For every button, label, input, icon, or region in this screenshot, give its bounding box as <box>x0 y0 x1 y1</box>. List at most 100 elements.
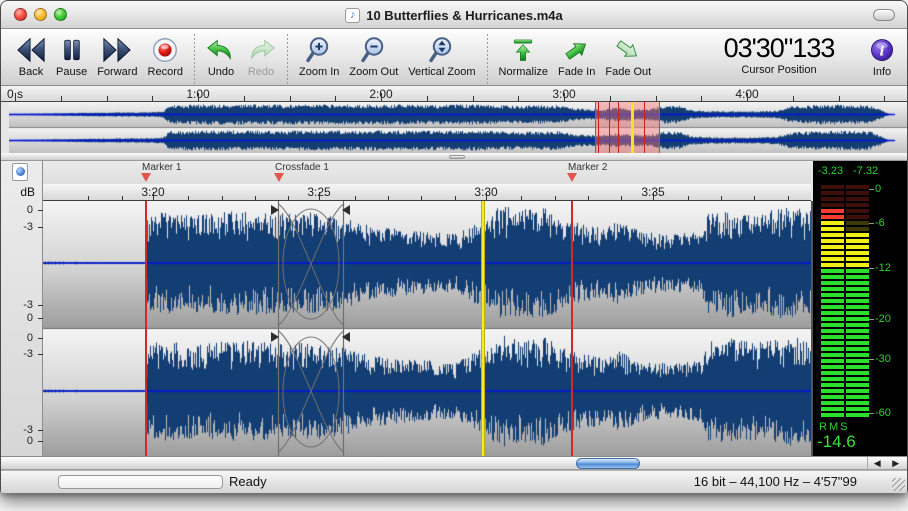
meter-segment-icon <box>821 323 844 327</box>
meter-segment-icon <box>846 281 869 285</box>
pause-button[interactable]: Pause <box>51 33 92 83</box>
db-scale-number: 0 <box>3 332 33 344</box>
crossfade-left-handle-icon <box>271 332 279 342</box>
horizontal-scrollbar[interactable]: ◀ ▶ <box>1 456 907 470</box>
main-waveform[interactable] <box>43 201 813 456</box>
meter-segment-icon <box>821 329 844 333</box>
meter-segment-icon <box>846 335 869 339</box>
zoom-out-icon <box>360 34 388 65</box>
meter-segment-icon <box>846 383 869 387</box>
meter-segment-icon <box>821 341 844 345</box>
playback-cursor-line[interactable] <box>481 201 485 456</box>
normalize-icon <box>509 34 537 65</box>
meter-segment-icon <box>846 221 869 225</box>
audio-track-icon[interactable] <box>12 163 28 181</box>
ruler-tick <box>122 196 123 200</box>
marker1-line[interactable] <box>145 201 147 456</box>
ruler-tick <box>222 196 223 200</box>
ruler-tick <box>884 96 885 101</box>
meter-segment-icon <box>846 329 869 333</box>
zoom-out-button[interactable]: Zoom Out <box>344 33 403 83</box>
normalize-button[interactable]: Normalize <box>494 33 554 83</box>
meter-segment-icon <box>846 371 869 375</box>
ruler-tick <box>319 192 320 200</box>
info-button[interactable]: i Info <box>863 33 901 83</box>
zoom-in-button[interactable]: Zoom In <box>294 33 344 83</box>
db-scale-label: dB <box>1 185 35 199</box>
fade-in-button[interactable]: Fade In <box>553 33 600 83</box>
meter-segment-icon <box>846 185 869 189</box>
marker-flag-icon[interactable] <box>274 173 284 182</box>
overview-waveform[interactable] <box>9 102 907 153</box>
vertical-zoom-button[interactable]: Vertical Zoom <box>403 33 480 83</box>
back-button[interactable]: Back <box>11 33 51 83</box>
ruler-tick <box>653 192 654 200</box>
meter-segment-icon <box>821 239 844 243</box>
ruler-tick <box>421 196 422 200</box>
main-time-ruler[interactable]: 3:203:253:303:35 <box>43 184 811 201</box>
overview-selection-region[interactable] <box>595 102 660 153</box>
ruler-tick <box>788 196 789 200</box>
meter-segment-icon <box>846 191 869 195</box>
marker2-line[interactable] <box>571 201 573 456</box>
fade-out-button[interactable]: Fade Out <box>600 33 656 83</box>
window-title: 10 Butterflies & Hurricanes.m4a <box>366 8 563 23</box>
ruler-tick <box>610 96 611 101</box>
ruler-tick <box>701 96 702 101</box>
splitter-handle-icon[interactable] <box>449 155 465 159</box>
meter-segment-icon <box>821 389 844 393</box>
peak-value-left: -3.23 <box>818 165 843 177</box>
toolbar-toggle-pill[interactable] <box>873 9 895 21</box>
desktop: ♪ 10 Butterflies & Hurricanes.m4a Back P… <box>0 0 908 511</box>
meter-segment-icon <box>846 365 869 369</box>
meter-segment-icon <box>846 203 869 207</box>
level-meter-panel: -3.23 -7.32 RMS -14.6 0-6-12-20-30-60 <box>813 161 907 456</box>
meter-segment-icon <box>846 317 869 321</box>
record-icon <box>150 34 180 65</box>
overview-time-ruler[interactable]: 0 s1:002:003:004:00 <box>1 86 907 102</box>
scrollbar-thumb[interactable] <box>576 458 640 469</box>
undo-button[interactable]: Undo <box>201 33 241 83</box>
pane-splitter[interactable] <box>1 153 907 161</box>
meter-segment-icon <box>821 347 844 351</box>
forward-button[interactable]: Forward <box>92 33 142 83</box>
meter-segment-icon <box>846 389 869 393</box>
meter-segment-icon <box>821 263 844 267</box>
title-bar[interactable]: ♪ 10 Butterflies & Hurricanes.m4a <box>1 1 907 29</box>
redo-button[interactable]: Redo <box>241 33 281 83</box>
marker-flag-icon[interactable] <box>141 173 151 182</box>
meter-segment-icon <box>821 377 844 381</box>
pause-icon <box>59 34 85 65</box>
db-scale-number: -3 <box>3 221 33 233</box>
scroll-right-arrow-icon[interactable]: ▶ <box>892 458 899 469</box>
toolbar-separator <box>287 34 288 84</box>
ruler-tick <box>290 96 291 101</box>
marker-flag-icon[interactable] <box>567 173 577 182</box>
ruler-tick <box>388 196 389 200</box>
ruler-tick <box>355 196 356 200</box>
fade-in-icon <box>562 34 592 65</box>
meter-segment-icon <box>821 269 844 273</box>
overview-marker-line <box>644 102 645 153</box>
resize-grip[interactable] <box>892 478 905 491</box>
record-button[interactable]: Record <box>143 33 188 83</box>
meter-segment-icon <box>821 353 844 357</box>
meter-segment-icon <box>846 257 869 261</box>
ruler-tick <box>688 196 689 200</box>
meter-segment-icon <box>821 407 844 411</box>
scroll-left-arrow-icon[interactable]: ◀ <box>874 458 881 469</box>
meter-scale-tick-icon <box>869 189 874 190</box>
document-proxy-icon[interactable]: ♪ <box>345 8 360 23</box>
overview-marker-line <box>609 102 610 153</box>
ruler-tick <box>107 96 108 101</box>
marker-bar[interactable]: Marker 1Crossfade 1Marker 2 <box>43 161 811 184</box>
ruler-tick <box>555 196 556 200</box>
meter-segment-icon <box>821 413 844 417</box>
meter-segment-icon <box>846 401 869 405</box>
ruler-tick <box>288 196 289 200</box>
crossfade-widget <box>271 201 350 456</box>
meter-segment-icon <box>821 305 844 309</box>
ruler-tick <box>198 93 199 101</box>
toolbar-separator <box>487 34 488 84</box>
meter-segment-icon <box>846 407 869 411</box>
